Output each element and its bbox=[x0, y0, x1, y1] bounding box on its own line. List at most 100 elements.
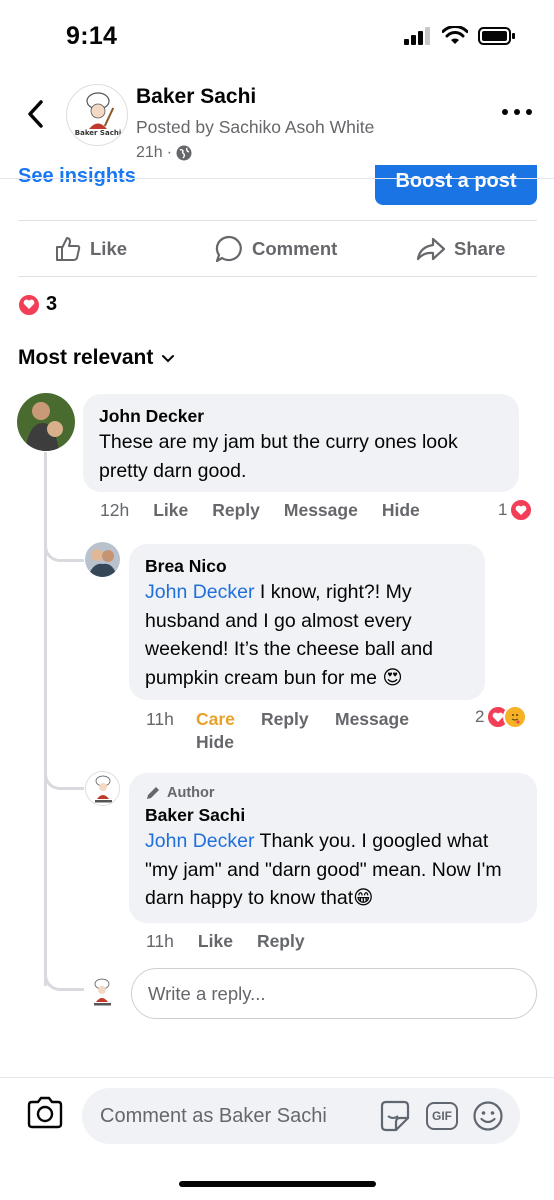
author-badge: Author bbox=[145, 783, 521, 803]
status-icons bbox=[404, 26, 516, 46]
reply-button[interactable]: Reply bbox=[212, 500, 260, 521]
boost-post-button[interactable]: Boost a post bbox=[375, 165, 537, 205]
avatar[interactable] bbox=[85, 542, 120, 577]
message-button[interactable]: Message bbox=[284, 500, 358, 521]
post-time: 21h bbox=[136, 144, 163, 161]
meta-separator: · bbox=[166, 144, 173, 161]
baker-logo-icon: Baker Sachi bbox=[75, 92, 121, 137]
dot-icon bbox=[526, 109, 532, 115]
wifi-icon bbox=[442, 26, 468, 44]
comment-author[interactable]: John Decker bbox=[99, 404, 503, 428]
like-label: Like bbox=[90, 238, 128, 259]
chevron-down-icon bbox=[162, 354, 175, 362]
comment-bubble: John Decker These are my jam but the cur… bbox=[83, 394, 519, 492]
post-header: Baker Sachi Baker Sachi Posted by Sachik… bbox=[0, 72, 554, 178]
comment-author[interactable]: Brea Nico bbox=[145, 554, 469, 578]
pen-icon bbox=[147, 787, 159, 799]
hide-button[interactable]: Hide bbox=[196, 731, 234, 754]
more-options-button[interactable] bbox=[502, 102, 532, 122]
sort-label: Most relevant bbox=[18, 346, 154, 369]
comment-bubble: Author Baker Sachi John Decker Thank you… bbox=[129, 773, 537, 923]
care-button[interactable]: Care bbox=[196, 708, 261, 731]
insights-row: See insights Boost a post bbox=[0, 165, 554, 221]
home-indicator bbox=[179, 1181, 376, 1187]
page-avatar[interactable]: Baker Sachi bbox=[66, 84, 128, 146]
status-time: 9:14 bbox=[66, 22, 118, 50]
comment-text: These are my jam but the curry ones look… bbox=[99, 431, 458, 482]
sticker-icon[interactable] bbox=[376, 1098, 412, 1134]
heart-icon bbox=[18, 293, 40, 316]
status-bar: 9:14 bbox=[0, 0, 554, 72]
comment-time: 11h bbox=[146, 709, 174, 729]
reactions-summary[interactable]: 3 bbox=[18, 293, 57, 316]
avatar[interactable] bbox=[85, 771, 120, 806]
thread-connector bbox=[44, 534, 84, 562]
gif-button[interactable]: GIF bbox=[426, 1102, 458, 1130]
comment-icon bbox=[215, 235, 242, 263]
thread-connector bbox=[44, 762, 84, 790]
like-comment-button[interactable]: Like bbox=[153, 500, 188, 521]
reply-input[interactable]: Write a reply... bbox=[131, 968, 537, 1019]
comment-placeholder: Comment as Baker Sachi bbox=[100, 1104, 327, 1127]
battery-icon bbox=[478, 27, 515, 45]
post-actions: Like Comment Share bbox=[18, 222, 537, 276]
see-insights-link[interactable]: See insights bbox=[18, 165, 136, 188]
header-divider bbox=[0, 178, 554, 179]
reaction-count: 3 bbox=[46, 293, 58, 315]
comment-label: Comment bbox=[252, 238, 338, 259]
comment-reactions[interactable]: 2 bbox=[475, 705, 528, 729]
comment-button[interactable]: Comment bbox=[214, 234, 337, 264]
author-badge-label: Author bbox=[167, 785, 215, 801]
mention-link[interactable]: John Decker bbox=[145, 581, 254, 603]
comment-author[interactable]: Baker Sachi bbox=[145, 803, 521, 827]
avatar-logo-text: Baker Sachi bbox=[75, 129, 121, 137]
comment-reaction-count: 1 bbox=[498, 500, 508, 519]
page-name[interactable]: Baker Sachi bbox=[136, 85, 256, 109]
like-button[interactable]: Like bbox=[54, 235, 127, 263]
sort-comments-dropdown[interactable]: Most relevant bbox=[18, 346, 175, 370]
gif-label: GIF bbox=[432, 1109, 452, 1123]
share-button[interactable]: Share bbox=[416, 236, 505, 262]
comment-actions: 11h Like Reply bbox=[146, 931, 305, 952]
divider bbox=[18, 220, 537, 221]
like-comment-button[interactable]: Like bbox=[198, 931, 233, 952]
chevron-left-icon bbox=[28, 100, 43, 128]
comment-input[interactable]: Comment as Baker Sachi GIF bbox=[82, 1088, 520, 1144]
user-photo-icon bbox=[85, 542, 120, 577]
post-meta: 21h · bbox=[136, 144, 192, 162]
thread-line bbox=[44, 452, 47, 986]
emoji: 😍 bbox=[382, 666, 403, 689]
comment-time: 12h bbox=[100, 500, 130, 520]
heart-icon bbox=[509, 498, 534, 522]
user-photo-icon bbox=[17, 393, 75, 451]
comment-actions: 12h Like Reply Message Hide bbox=[100, 500, 420, 521]
camera-button[interactable] bbox=[26, 1096, 64, 1135]
dot-icon bbox=[514, 109, 520, 115]
comment-actions: 11h Care Reply Message Hide bbox=[146, 708, 486, 754]
mention-link[interactable]: John Decker bbox=[145, 830, 254, 852]
comment-reaction-count: 2 bbox=[475, 707, 485, 726]
comment-text: John Decker I know, right?! My husband a… bbox=[145, 578, 469, 692]
reply-placeholder: Write a reply... bbox=[148, 982, 266, 1004]
emoji-icon[interactable] bbox=[472, 1100, 504, 1132]
baker-logo-icon bbox=[85, 975, 120, 1010]
comment-reactions[interactable]: 1 bbox=[498, 498, 534, 522]
emoji: 😁 bbox=[353, 887, 374, 909]
divider bbox=[18, 276, 537, 277]
avatar[interactable] bbox=[17, 393, 75, 451]
baker-logo-icon bbox=[86, 772, 119, 805]
comment-bubble: Brea Nico John Decker I know, right?! My… bbox=[129, 544, 485, 700]
reply-button[interactable]: Reply bbox=[257, 931, 305, 952]
globe-icon bbox=[176, 145, 192, 161]
thread-connector bbox=[44, 963, 84, 991]
signal-icon bbox=[404, 27, 430, 45]
hide-button[interactable]: Hide bbox=[382, 500, 420, 521]
avatar bbox=[85, 975, 120, 1010]
thumbs-up-icon bbox=[56, 237, 81, 261]
reply-button[interactable]: Reply bbox=[261, 708, 335, 731]
composer-icons: GIF bbox=[376, 1098, 504, 1134]
message-button[interactable]: Message bbox=[335, 708, 409, 731]
back-button[interactable] bbox=[20, 94, 50, 134]
posted-by-text: Posted by Sachiko Asoh White bbox=[136, 117, 375, 137]
camera-icon bbox=[27, 1096, 63, 1129]
